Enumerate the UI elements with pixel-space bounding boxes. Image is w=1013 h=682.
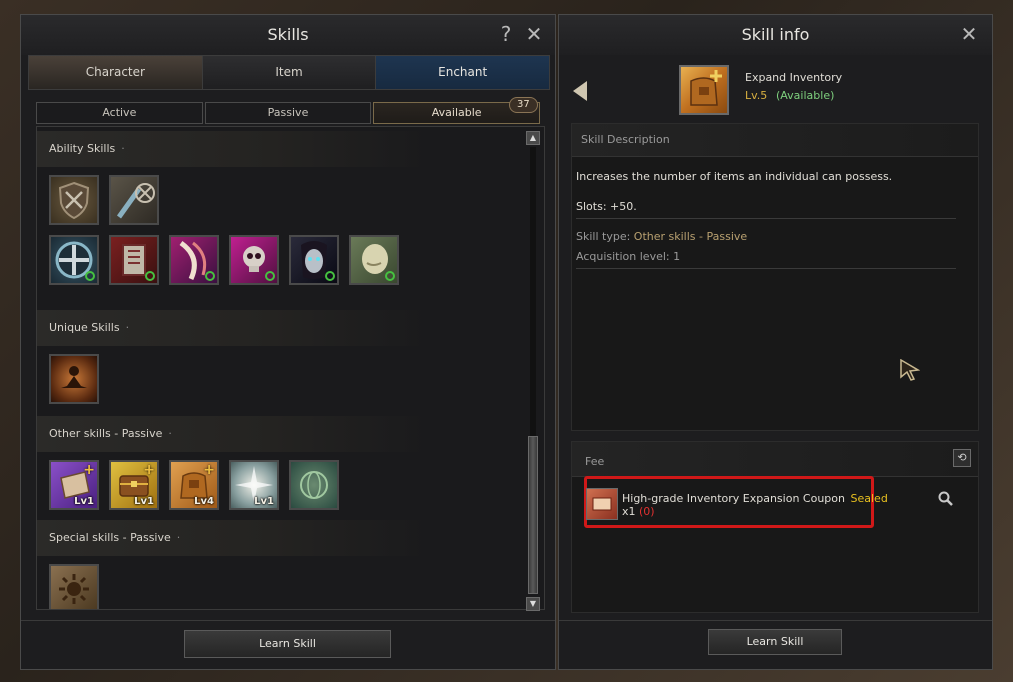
- skill-level-label: Lv4: [194, 496, 214, 507]
- scroll-down-button[interactable]: ▼: [526, 597, 540, 611]
- purple-bag-icon[interactable]: + Lv1: [49, 460, 99, 510]
- skill-level: Lv.5: [745, 89, 768, 102]
- cursor-icon: [900, 359, 920, 381]
- divider: [576, 268, 956, 269]
- sun-emblem-icon[interactable]: [49, 564, 99, 609]
- section-special-passive: Special skills - Passive: [37, 520, 429, 556]
- skill-list: Ability Skills · Unique Skills · Other s…: [36, 126, 545, 610]
- skill-level-label: Lv1: [254, 496, 274, 507]
- refresh-icon[interactable]: ⟲: [953, 449, 971, 467]
- acquisition-level: Acquisition level: 1: [576, 250, 681, 263]
- tab-active[interactable]: Active: [36, 102, 203, 124]
- skill-info-title: Skill info: [559, 15, 992, 55]
- fee-item-row: High-grade Inventory Expansion Coupon Se…: [622, 492, 888, 505]
- back-arrow-icon[interactable]: [573, 81, 587, 101]
- skull-icon[interactable]: [229, 235, 279, 285]
- section-ability-skills: Ability Skills: [37, 131, 429, 167]
- refresh-badge-icon: [265, 271, 275, 281]
- tab-enchant[interactable]: Enchant: [376, 56, 550, 89]
- fee-header: Fee: [572, 442, 978, 477]
- slots-text: Slots: +50.: [576, 200, 637, 213]
- dark-face-icon[interactable]: [289, 235, 339, 285]
- scroll-up-button[interactable]: ▲: [526, 131, 540, 145]
- shield-crossed-weapons-icon[interactable]: [49, 175, 99, 225]
- skill-level-label: Lv1: [74, 496, 94, 507]
- fee-item-owned: (0): [639, 505, 655, 518]
- divider: [576, 218, 956, 219]
- skills-footer: Learn Skill: [21, 620, 555, 669]
- skill-type-row: Skill type: Other skills - Passive: [576, 230, 747, 243]
- help-button[interactable]: ?: [493, 21, 519, 47]
- leather-bag-icon[interactable]: + Lv4: [169, 460, 219, 510]
- search-icon[interactable]: [938, 491, 954, 507]
- round-shield-icon[interactable]: [49, 235, 99, 285]
- refresh-badge-icon: [205, 271, 215, 281]
- tab-item[interactable]: Item: [202, 56, 377, 89]
- description-text: Increases the number of items an individ…: [576, 170, 893, 183]
- refresh-badge-icon: [385, 271, 395, 281]
- plus-badge-icon: +: [203, 462, 215, 478]
- learn-skill-button[interactable]: Learn Skill: [184, 630, 391, 658]
- coupon-item-icon[interactable]: [586, 488, 618, 520]
- light-burst-icon[interactable]: Lv1: [229, 460, 279, 510]
- refresh-badge-icon: [85, 271, 95, 281]
- expand-inventory-icon: [679, 65, 729, 115]
- fee-item-qty: x1: [622, 505, 636, 518]
- globe-icon[interactable]: [289, 460, 339, 510]
- refresh-badge-icon: [325, 271, 335, 281]
- fee-panel: Fee ⟲ High-grade Inventory Expansion Cou…: [571, 441, 979, 613]
- tab-character[interactable]: Character: [29, 56, 203, 89]
- fee-item-name: High-grade Inventory Expansion Coupon: [622, 492, 845, 505]
- fee-item-qty-row: x1 (0): [622, 505, 655, 518]
- treasure-chest-icon[interactable]: + Lv1: [109, 460, 159, 510]
- skill-type-label: Skill type:: [576, 230, 631, 243]
- skill-info-window: Skill info ✕ Expand Inventory Lv.5 (Avai…: [558, 14, 993, 670]
- refresh-badge-icon: [145, 271, 155, 281]
- tab-passive[interactable]: Passive: [204, 102, 372, 124]
- learn-skill-info-button[interactable]: Learn Skill: [708, 629, 842, 655]
- skill-level-label: Lv1: [134, 496, 154, 507]
- skill-type-value: Other skills - Passive: [633, 230, 748, 243]
- skills-window-title: Skills: [21, 15, 555, 55]
- skill-name: Expand Inventory: [745, 71, 843, 84]
- description-header: Skill Description: [572, 124, 978, 157]
- close-info-button[interactable]: ✕: [956, 21, 982, 47]
- description-panel: Skill Description Increases the number o…: [571, 123, 979, 431]
- skill-status: (Available): [776, 89, 835, 102]
- section-unique-skills: Unique Skills: [37, 310, 429, 346]
- scroll-thumb[interactable]: [528, 436, 538, 594]
- skill-list-scrollbar[interactable]: ▲ ▼: [526, 131, 540, 611]
- fee-item-tag: Sealed: [850, 492, 888, 505]
- available-count-badge: 37: [509, 97, 538, 113]
- plus-badge-icon: +: [83, 462, 95, 478]
- sub-tabs: Active Passive Available: [36, 102, 541, 124]
- armor-plate-icon[interactable]: [109, 235, 159, 285]
- plus-badge-icon: +: [143, 462, 155, 478]
- meditating-figure-icon[interactable]: [49, 354, 99, 404]
- section-other-passive: Other skills - Passive: [37, 416, 429, 452]
- close-skills-button[interactable]: ✕: [521, 21, 547, 47]
- stone-face-icon[interactable]: [349, 235, 399, 285]
- info-footer: Learn Skill: [559, 620, 992, 669]
- sword-shield-icon[interactable]: [109, 175, 159, 225]
- demon-claw-icon[interactable]: [169, 235, 219, 285]
- main-tabs: Character Item Enchant: [28, 55, 550, 90]
- skills-window: Skills ? ✕ Character Item Enchant Active…: [20, 14, 556, 670]
